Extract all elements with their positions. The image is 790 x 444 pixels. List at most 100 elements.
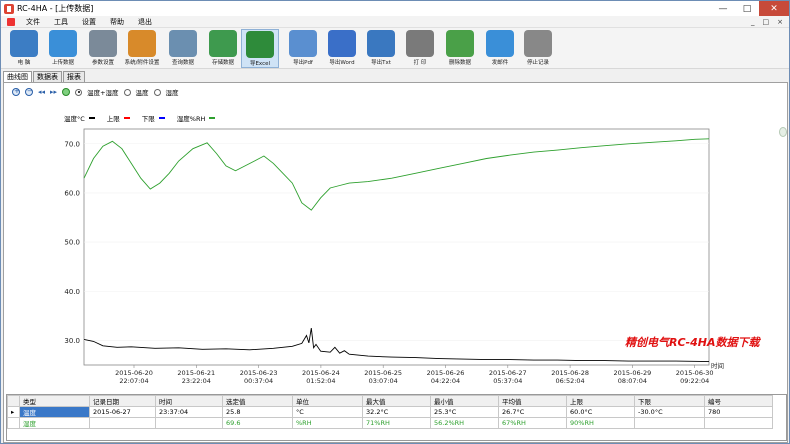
x-tick-date: 2015-06-21 <box>177 369 215 377</box>
table-cell[interactable]: 90%RH <box>566 417 635 429</box>
x-tick-date: 2015-06-23 <box>240 369 278 377</box>
toolbar-label: 停止记录 <box>526 60 549 66</box>
column-header[interactable]: 时间 <box>155 395 223 407</box>
side-handle[interactable] <box>779 127 787 137</box>
toolbar-button-mail[interactable]: 发邮件 <box>481 29 519 68</box>
table-cell[interactable]: 69.6 <box>222 417 293 429</box>
plot-area <box>83 128 710 366</box>
x-tick-time: 23:22:04 <box>182 377 211 385</box>
toolbar-button-upload[interactable]: 上传数据 <box>44 29 82 68</box>
table-cell[interactable]: 温度 <box>19 406 90 418</box>
pdf-icon <box>289 30 317 57</box>
table-row[interactable]: 湿度 69.6 %RH 71%RH 56.2%RH 67%RH 90%RH <box>7 417 773 429</box>
toolbar: 电 脑 上传数据 参数设置 系统/附件设置 查询数据 存储数据 导Excel 导出Pdf 导出W… <box>1 28 789 69</box>
table-cell[interactable]: 780 <box>704 406 773 418</box>
row-indicator-header <box>7 395 20 407</box>
table-header-row: 类型 记录日期 时间 选定值 单位 最大值 最小值 平均值 上限 下限 编号 <box>7 395 773 407</box>
toolbar-button-query[interactable]: 查询数据 <box>164 29 202 68</box>
word-icon <box>328 30 356 57</box>
column-header[interactable]: 类型 <box>19 395 90 407</box>
column-header[interactable]: 平均值 <box>498 395 567 407</box>
watermark-text: 精创电气RC-4HA数据下载 <box>625 336 760 349</box>
table-cell[interactable]: 26.7°C <box>498 406 567 418</box>
printer-icon <box>406 30 434 57</box>
table-cell[interactable]: 67%RH <box>498 417 567 429</box>
table-cell[interactable]: 2015-06-27 <box>89 406 156 418</box>
mdi-controls: _ □ × <box>751 16 783 28</box>
toolbar-button-trash[interactable]: 删除数据 <box>441 29 479 68</box>
menu-settings[interactable]: 设置 <box>75 17 103 27</box>
table-cell[interactable] <box>634 417 705 429</box>
toolbar-label: 查询数据 <box>171 60 194 66</box>
menu-tools[interactable]: 工具 <box>47 17 75 27</box>
x-tick-time: 08:07:04 <box>618 377 647 385</box>
menu-exit[interactable]: 退出 <box>131 17 159 27</box>
toolbar-button-excel[interactable]: 导Excel <box>241 29 279 68</box>
computer-icon <box>10 30 38 57</box>
disc-icon <box>128 30 156 57</box>
toolbar-button-computer[interactable]: 电 脑 <box>5 29 43 68</box>
mdi-restore-button[interactable]: □ <box>763 16 770 28</box>
table-cell[interactable]: 25.8 <box>222 406 293 418</box>
toolbar-button-gears[interactable]: 参数设置 <box>84 29 122 68</box>
column-header[interactable]: 上限 <box>566 395 635 407</box>
table-cell[interactable]: 60.0°C <box>566 406 635 418</box>
toolbar-label: 导出Word <box>329 60 355 66</box>
x-tick-time: 09:22:04 <box>680 377 709 385</box>
toolbar-label: 发邮件 <box>491 60 509 66</box>
column-header[interactable]: 下限 <box>634 395 705 407</box>
chart-panel: ◂◂ ▸▸ 温度+湿度 温度 湿度 温度°C 上限 下限 湿度%RH 70.06… <box>3 82 788 443</box>
y-tick-label: 60.0 <box>64 189 80 197</box>
menu-file[interactable]: 文件 <box>19 17 47 27</box>
tab-report[interactable]: 报表 <box>63 71 85 82</box>
gears-icon <box>89 30 117 57</box>
maximize-button[interactable]: □ <box>735 1 759 16</box>
mdi-minimize-button[interactable]: _ <box>751 16 755 28</box>
table-cell[interactable]: -30.0°C <box>634 406 705 418</box>
table-cell[interactable]: 32.2°C <box>362 406 431 418</box>
table-cell[interactable]: 湿度 <box>19 417 90 429</box>
minimize-button[interactable]: — <box>711 1 735 16</box>
column-header[interactable]: 记录日期 <box>89 395 156 407</box>
query-icon <box>169 30 197 57</box>
table-cell[interactable]: %RH <box>292 417 363 429</box>
table-cell[interactable]: 56.2%RH <box>430 417 499 429</box>
column-header[interactable]: 编号 <box>704 395 773 407</box>
column-header[interactable]: 选定值 <box>222 395 293 407</box>
toolbar-button-pdf[interactable]: 导出Pdf <box>284 29 322 68</box>
toolbar-button-word[interactable]: 导出Word <box>323 29 361 68</box>
close-button[interactable]: ✕ <box>759 1 789 16</box>
table-row[interactable]: ▸ 温度 2015-06-27 23:37:04 25.8 °C 32.2°C 25.3°C 2… <box>7 406 773 418</box>
menu-bar: 文件 工具 设置 帮助 退出 <box>1 16 789 28</box>
tab-chart[interactable]: 曲线图 <box>3 71 32 82</box>
toolbar-button-printer[interactable]: 打 印 <box>401 29 439 68</box>
menu-help[interactable]: 帮助 <box>103 17 131 27</box>
table-cell[interactable] <box>89 417 156 429</box>
column-header[interactable]: 最小值 <box>430 395 499 407</box>
toolbar-button-txt[interactable]: 导出Txt <box>362 29 400 68</box>
toolbar-button-folder[interactable]: 存储数据 <box>204 29 242 68</box>
summary-table: 类型 记录日期 时间 选定值 单位 最大值 最小值 平均值 上限 下限 编号 ▸ 温度 2015-06-2… <box>6 394 787 441</box>
toolbar-label: 打 印 <box>413 60 427 66</box>
table-cell[interactable]: °C <box>292 406 363 418</box>
toolbar-button-stop[interactable]: 停止记录 <box>519 29 557 68</box>
toolbar-label: 导出Pdf <box>293 60 313 66</box>
app-icon <box>4 3 14 14</box>
row-indicator <box>7 417 20 429</box>
toolbar-button-disc[interactable]: 系统/附件设置 <box>123 29 161 68</box>
x-tick-date: 2015-06-30 <box>676 369 714 377</box>
x-tick-date: 2015-06-29 <box>614 369 652 377</box>
table-cell[interactable]: 23:37:04 <box>155 406 223 418</box>
column-header[interactable]: 单位 <box>292 395 363 407</box>
x-tick-time: 22:07:04 <box>119 377 148 385</box>
table-cell[interactable] <box>704 417 773 429</box>
tab-data-table[interactable]: 数据表 <box>33 71 62 82</box>
table-cell[interactable]: 71%RH <box>362 417 431 429</box>
x-tick-time: 01:52:04 <box>306 377 335 385</box>
menu-app-icon <box>7 17 15 26</box>
table-cell[interactable] <box>155 417 223 429</box>
column-header[interactable]: 最大值 <box>362 395 431 407</box>
y-tick-label: 40.0 <box>64 288 80 296</box>
mdi-close-button[interactable]: × <box>777 16 783 28</box>
table-cell[interactable]: 25.3°C <box>430 406 499 418</box>
